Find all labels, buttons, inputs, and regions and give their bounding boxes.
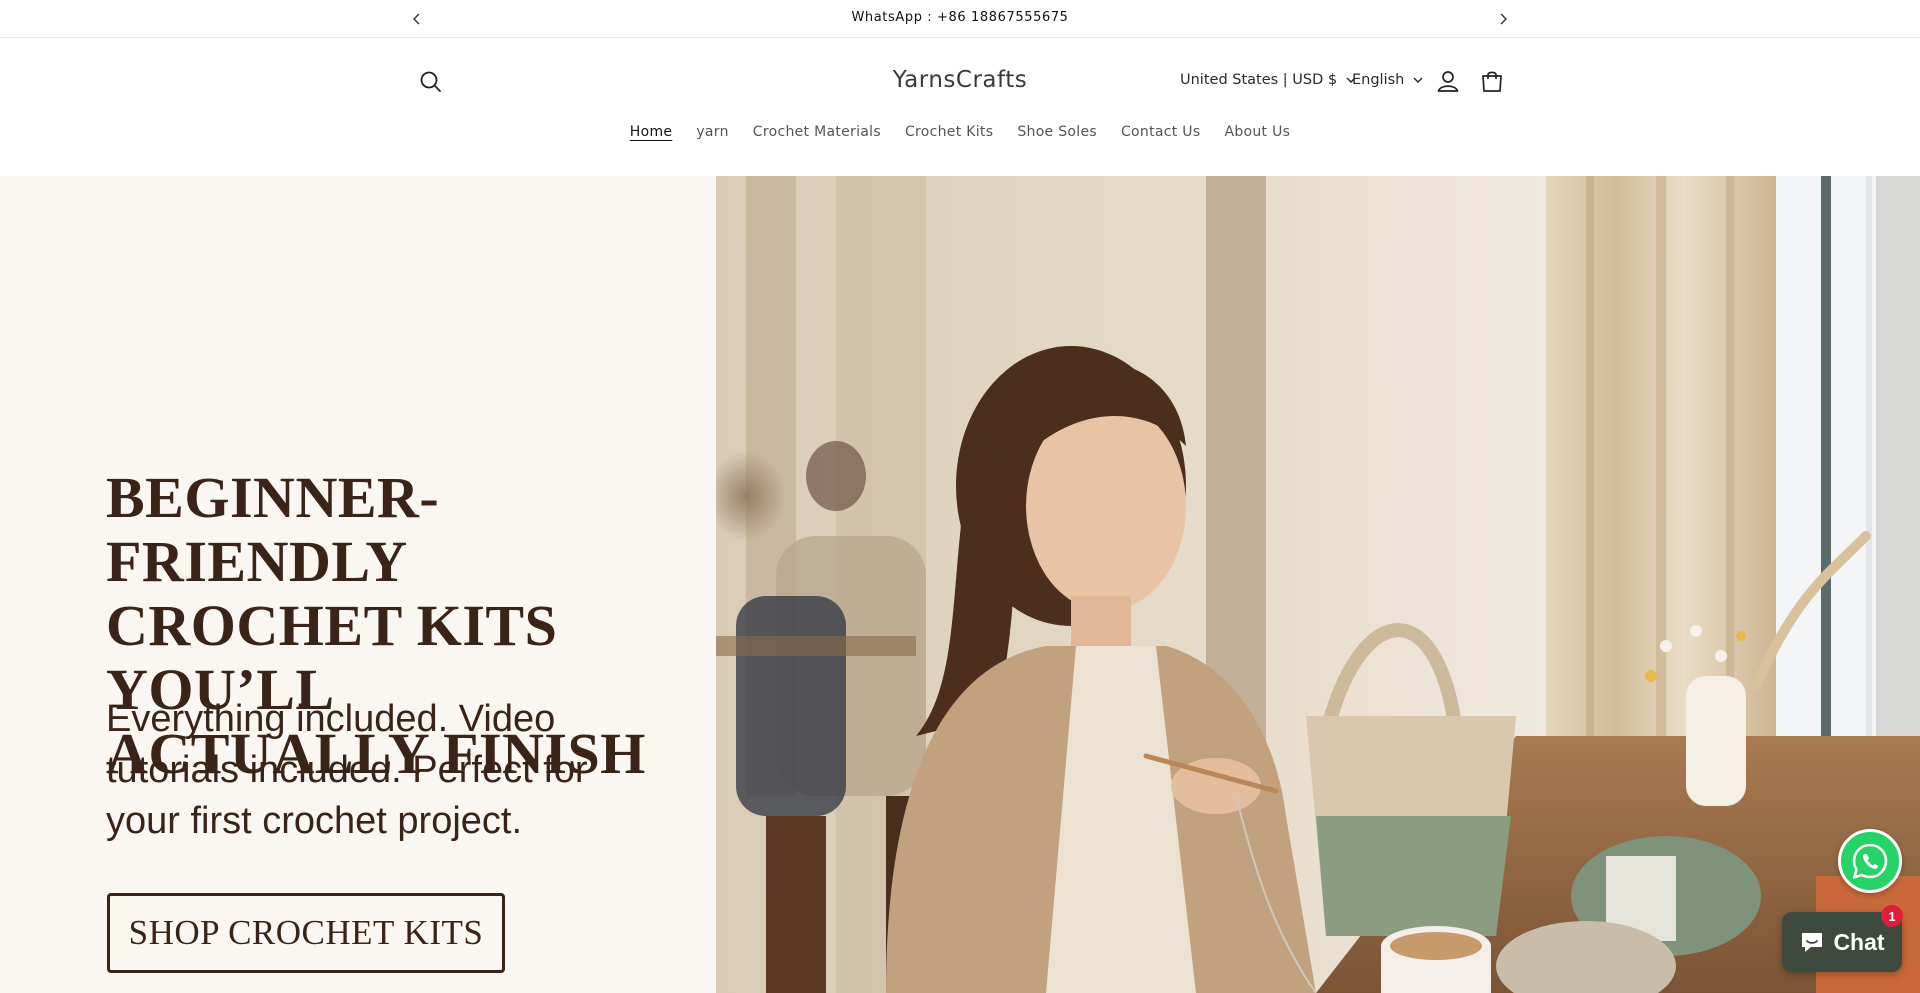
nav-item-about-us[interactable]: About Us (1212, 124, 1302, 140)
cart-button[interactable] (1479, 68, 1505, 94)
hero-text-panel: BEGINNER-FRIENDLY CROCHET KITS YOU’LL AC… (0, 176, 716, 993)
account-icon (1437, 71, 1459, 92)
chat-button-label: Chat (1833, 928, 1885, 955)
announcement-bar: WhatsApp : +86 18867555675 (0, 0, 1920, 38)
hero-banner: BEGINNER-FRIENDLY CROCHET KITS YOU’LL AC… (0, 176, 1920, 993)
hero-subtitle-line: your first crochet project. (106, 800, 523, 842)
site-logo: YarnsCrafts (0, 67, 1920, 93)
country-selector[interactable]: United States | USD $ (1180, 72, 1356, 88)
nav-item-home[interactable]: Home (618, 124, 685, 140)
nav-item-crochet-kits[interactable]: Crochet Kits (893, 124, 1005, 140)
nav-item-crochet-materials[interactable]: Crochet Materials (741, 124, 893, 140)
nav-item-shoe-soles[interactable]: Shoe Soles (1005, 124, 1109, 140)
hero-subtitle-line: tutorials included. Perfect for (106, 749, 588, 791)
language-selector-label: English (1352, 72, 1405, 88)
hero-subtitle-line: Everything included. Video (106, 698, 556, 740)
shop-crochet-kits-button[interactable]: SHOP CROCHET KITS (107, 893, 505, 973)
nav-item-yarn[interactable]: yarn (684, 124, 740, 140)
announcement-text: WhatsApp : +86 18867555675 (851, 10, 1069, 25)
main-navigation: Home yarn Crochet Materials Crochet Kits… (0, 124, 1920, 140)
logo-link[interactable]: YarnsCrafts (893, 67, 1027, 93)
account-button[interactable] (1435, 68, 1461, 94)
chat-notification-badge: 1 (1881, 905, 1903, 927)
nav-item-contact-us[interactable]: Contact Us (1109, 124, 1212, 140)
hero-title-line: BEGINNER-FRIENDLY (106, 465, 440, 594)
hero-image (716, 176, 1920, 993)
whatsapp-button[interactable] (1838, 829, 1902, 893)
chevron-right-icon (1500, 13, 1507, 25)
whatsapp-icon (1852, 843, 1888, 879)
hero-subtitle: Everything included. Video tutorials inc… (106, 694, 646, 847)
chevron-down-icon (1413, 77, 1423, 83)
chat-bubble-icon (1802, 933, 1823, 952)
hero-photo-illustration (716, 176, 1920, 993)
announcement-next-button[interactable] (1493, 9, 1513, 29)
country-selector-label: United States | USD $ (1180, 72, 1338, 88)
cart-icon (1482, 71, 1502, 92)
site-header: YarnsCrafts United States | USD $ Englis… (0, 39, 1920, 176)
language-selector[interactable]: English (1352, 72, 1423, 88)
